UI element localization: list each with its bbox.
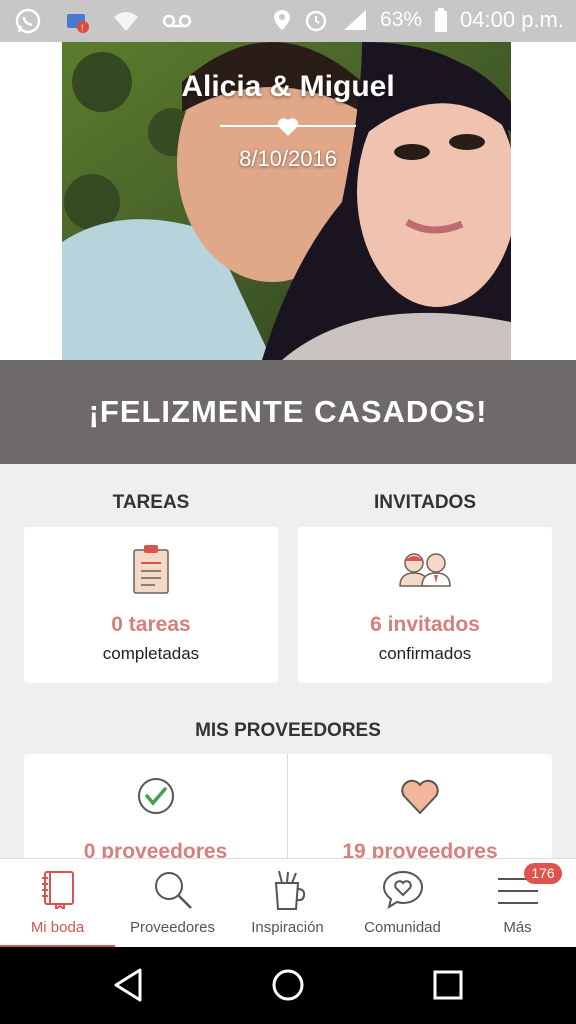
back-icon[interactable] (112, 967, 144, 1003)
nav-label-mi-boda: Mi boda (30, 919, 85, 936)
tasks-sub: completadas (102, 644, 200, 663)
providers-card: 0 proveedores 19 proveedores (24, 754, 552, 874)
guests-sub: confirmados (378, 644, 472, 663)
tasks-card[interactable]: 0 tareas completadas (24, 527, 278, 683)
check-circle-icon (137, 778, 174, 814)
wifi-icon (112, 10, 140, 32)
guests-count: 6 invitados (370, 613, 480, 636)
nav-label-proveedores: Proveedores (129, 919, 216, 936)
search-icon (154, 872, 192, 909)
heart-icon (401, 779, 439, 814)
voicemail-icon (162, 12, 192, 30)
providers-favorites[interactable]: 19 proveedores (288, 754, 552, 874)
battery-icon (434, 8, 448, 32)
nav-proveedores[interactable]: Proveedores (115, 859, 230, 948)
married-banner-text: ¡FELIZMENTE CASADOS! (88, 394, 488, 429)
battery-percentage: 63% (380, 8, 423, 31)
providers-booked[interactable]: 0 proveedores (24, 754, 287, 874)
providers-title: MIS PROVEEDORES (195, 720, 381, 741)
notebook-icon (41, 871, 74, 909)
nav-label-inspiracion: Inspiración (251, 919, 324, 936)
notification-badge: 176 (524, 863, 562, 884)
inspiration-icon (274, 870, 305, 910)
chat-heart-icon (382, 870, 423, 909)
location-icon (272, 8, 292, 32)
alarm-icon (304, 8, 328, 32)
nav-comunidad[interactable]: Comunidad (345, 859, 460, 948)
guests-card[interactable]: 6 invitados confirmados (298, 527, 552, 683)
guests-title: INVITADOS (373, 492, 477, 513)
couple-name: Alicia & Miguel (181, 70, 395, 103)
nav-label-comunidad: Comunidad (364, 919, 441, 936)
clipboard-icon (133, 545, 169, 594)
guests-icon (399, 553, 451, 587)
tasks-title: TAREAS (112, 492, 190, 513)
status-bar: ! 63% 04:00 p.m. (0, 0, 576, 42)
nav-inspiracion[interactable]: Inspiración (230, 859, 345, 948)
app-notification-icon: ! (64, 8, 90, 34)
whatsapp-icon (14, 7, 42, 35)
nav-label-mas: Más (503, 919, 532, 936)
home-icon[interactable] (270, 967, 306, 1003)
signal-icon (340, 8, 368, 32)
svg-text:!: ! (81, 23, 84, 33)
hero-section: Alicia & Miguel 8/10/2016 (0, 42, 576, 360)
clock: 04:00 p.m. (460, 7, 564, 32)
nav-mi-boda[interactable]: Mi boda (0, 859, 115, 948)
married-banner: ¡FELIZMENTE CASADOS! (0, 360, 576, 464)
nav-mas[interactable]: 176 Más (460, 859, 575, 948)
system-navigation-bar (0, 947, 576, 1024)
bottom-navigation: Mi boda Proveedores Inspiración Comunida… (0, 858, 576, 948)
heart-divider (220, 118, 356, 136)
tasks-count: 0 tareas (111, 613, 191, 636)
recent-apps-icon[interactable] (432, 969, 464, 1001)
wedding-date: 8/10/2016 (239, 146, 337, 171)
